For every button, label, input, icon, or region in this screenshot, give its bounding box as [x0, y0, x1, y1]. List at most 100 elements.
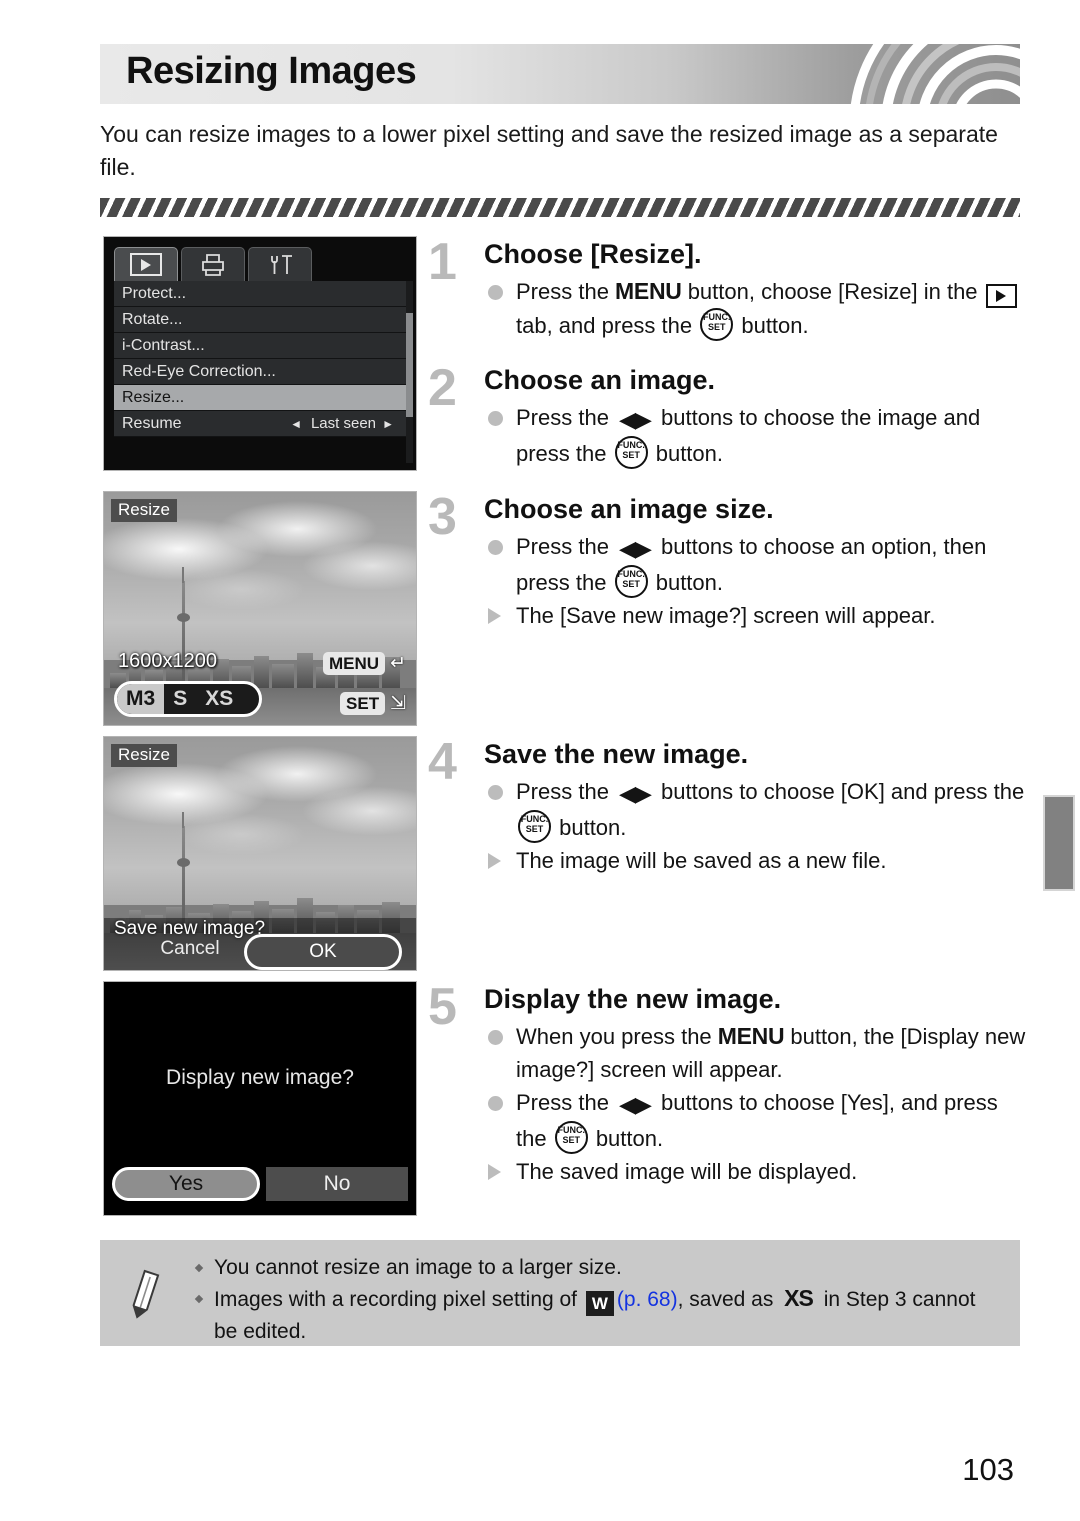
text-run: The saved image will be displayed.	[516, 1159, 858, 1184]
menu-row-label: Resize...	[122, 388, 185, 406]
instruction-line: The image will be saved as a new file.	[484, 844, 1028, 877]
text-run: You cannot resize an image to a larger s…	[214, 1256, 622, 1279]
menu-row-protect[interactable]: Protect...	[114, 281, 406, 307]
display-question: Display new image?	[166, 1066, 354, 1089]
step-4: 4 Save the new image. Press the ◀▶ butto…	[428, 736, 1028, 877]
print-tab-icon	[202, 253, 224, 276]
text-run: Press the	[516, 405, 616, 430]
text-run: When you press the	[516, 1024, 718, 1049]
text-run: button.	[553, 815, 627, 840]
page-reference-link[interactable]: (p. 68)	[617, 1288, 678, 1311]
resize-size-screenshot: Resize 1600x1200 M3 S XS MENU ↵ SET ⇲	[103, 491, 417, 726]
bullet-dot-icon	[488, 285, 503, 300]
print-tab[interactable]	[181, 247, 245, 281]
menu-row-label: Protect...	[122, 284, 187, 302]
widescreen-pixel-icon: W	[585, 1291, 614, 1316]
bullet-dot-icon	[488, 785, 503, 800]
bullet-dot-icon	[488, 1096, 503, 1111]
text-run: button, choose [Resize] in the	[681, 279, 984, 304]
no-button[interactable]: No	[266, 1167, 408, 1201]
instruction-line: Press the ◀▶ buttons to choose the image…	[484, 401, 1028, 470]
note-bullet-icon	[194, 1263, 204, 1273]
xs-size-icon: XS	[784, 1285, 814, 1311]
note-bullet-icon	[194, 1294, 204, 1304]
save-confirm-screenshot: Resize Save new image? Cancel OK	[103, 736, 417, 971]
menu-row-resume[interactable]: Resume ◄ Last seen ►	[114, 411, 406, 437]
size-option-m3[interactable]: M3	[117, 684, 165, 714]
result-triangle-icon	[488, 853, 501, 869]
text-run: button.	[589, 1126, 664, 1151]
menu-row-rotate[interactable]: Rotate...	[114, 307, 406, 333]
step-number: 3	[428, 488, 457, 546]
text-run: Press the	[516, 279, 616, 304]
step-heading: Save the new image.	[484, 739, 749, 769]
menu-row-label: Red-Eye Correction...	[122, 362, 276, 380]
resize-screen-title: Resize	[111, 499, 177, 522]
step-heading: Choose an image.	[484, 365, 716, 395]
size-option-s[interactable]: S	[164, 684, 196, 714]
note-line: You cannot resize an image to a larger s…	[194, 1252, 1000, 1283]
display-new-image-screenshot: Display new image? Yes No	[103, 981, 417, 1216]
step-heading: Choose an image size.	[484, 494, 774, 524]
playback-tab-icon	[130, 253, 162, 276]
size-option-selector[interactable]: M3 S XS	[114, 681, 262, 717]
camera-menu-screenshot: Protect... Rotate... i-Contrast... Red-E…	[103, 236, 417, 471]
bullet-dot-icon	[488, 540, 503, 555]
note-list: You cannot resize an image to a larger s…	[194, 1252, 1000, 1347]
step-5: 5 Display the new image. When you press …	[428, 981, 1028, 1188]
stripe-divider	[100, 198, 1020, 217]
cn-tower	[177, 811, 190, 933]
text-run: Press the	[516, 534, 616, 559]
camera-menu-list: Protect... Rotate... i-Contrast... Red-E…	[114, 281, 406, 437]
step-number: 5	[428, 978, 457, 1036]
bullet-dot-icon	[488, 411, 503, 426]
resize-screen-title: Resize	[111, 744, 177, 767]
text-run: button.	[735, 313, 809, 338]
cancel-button[interactable]: Cancel	[130, 934, 250, 964]
func-set-button-icon: FUNC. SET	[614, 436, 648, 469]
step-body: Press the ◀▶ buttons to choose the image…	[484, 401, 1028, 470]
menu-key-hint: MENU ↵	[323, 652, 406, 675]
pencil-icon	[132, 1269, 160, 1319]
size-option-xs[interactable]: XS	[196, 684, 242, 714]
func-set-button-icon: FUNC. SET	[700, 308, 734, 341]
return-arrow-icon: ↵	[390, 653, 406, 674]
menu-scrollbar[interactable]	[406, 281, 413, 463]
text-run: button.	[649, 441, 723, 466]
step-number: 1	[428, 233, 457, 291]
step-number: 4	[428, 733, 457, 791]
text-run: Press the	[516, 1090, 616, 1115]
page-number: 103	[962, 1452, 1014, 1487]
right-arrow-icon[interactable]: ►	[382, 417, 394, 431]
playback-tab-icon	[985, 284, 1017, 308]
step-heading: Display the new image.	[484, 984, 782, 1014]
menu-row-resize[interactable]: Resize...	[114, 385, 406, 411]
instruction-line: The saved image will be displayed.	[484, 1155, 1028, 1188]
step-2: 2 Choose an image. Press the ◀▶ buttons …	[428, 362, 1028, 470]
instruction-line: Press the MENU button, choose [Resize] i…	[484, 275, 1028, 342]
playback-tab[interactable]	[114, 247, 178, 281]
step-body: Press the MENU button, choose [Resize] i…	[484, 275, 1028, 342]
bullet-dot-icon	[488, 1030, 503, 1045]
text-run: , saved as	[677, 1288, 780, 1311]
decorative-rings-icon	[850, 44, 1020, 104]
ok-button[interactable]: OK	[244, 934, 402, 970]
menu-row-red-eye-correction[interactable]: Red-Eye Correction...	[114, 359, 406, 385]
settings-tab[interactable]	[248, 247, 312, 281]
intro-paragraph: You can resize images to a lower pixel s…	[100, 121, 998, 180]
note-box: You cannot resize an image to a larger s…	[100, 1240, 1020, 1346]
menu-key-label: MENU	[323, 652, 386, 675]
note-line: Images with a recording pixel setting of…	[194, 1283, 1000, 1347]
set-key-label: SET	[340, 692, 386, 715]
step-heading: Choose [Resize].	[484, 239, 702, 269]
step-body: Press the ◀▶ buttons to choose an option…	[484, 530, 1028, 632]
left-right-buttons-icon: ◀▶	[619, 1092, 652, 1117]
left-arrow-icon[interactable]: ◄	[290, 417, 302, 431]
yes-button[interactable]: Yes	[112, 1167, 260, 1201]
menu-button-word: MENU	[615, 278, 682, 304]
instruction-line: The [Save new image?] screen will appear…	[484, 599, 1028, 632]
camera-menu-tabs	[114, 245, 406, 281]
step-body: Press the ◀▶ buttons to choose [OK] and …	[484, 775, 1028, 877]
resize-crop-icon: ⇲	[390, 693, 406, 714]
menu-row-i-contrast[interactable]: i-Contrast...	[114, 333, 406, 359]
